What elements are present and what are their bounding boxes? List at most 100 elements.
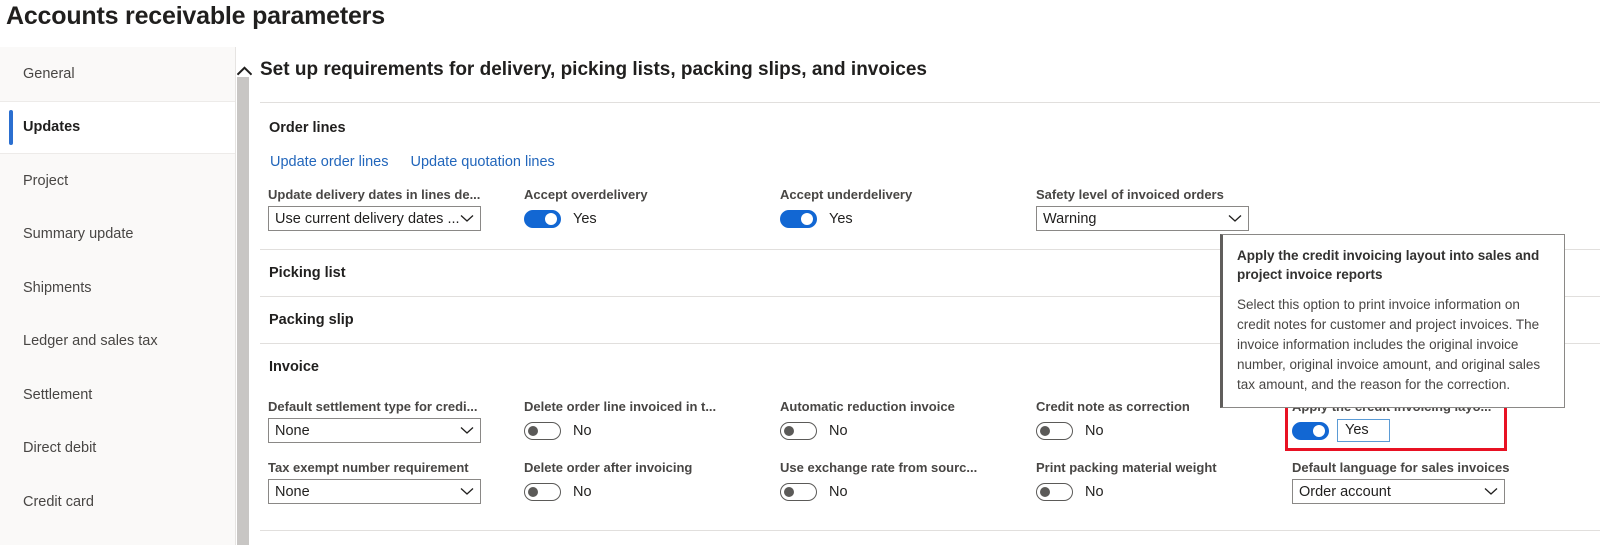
default-settlement-type-select[interactable]: None <box>268 418 481 443</box>
sidebar-item-direct-debit[interactable]: Direct debit <box>0 422 235 476</box>
sidebar-item-label: Updates <box>23 119 81 136</box>
tax-exempt-number-requirement-select[interactable]: None <box>268 479 481 504</box>
toggle-value[interactable]: Yes <box>1337 419 1390 442</box>
toggle-knob <box>1040 486 1050 497</box>
toggle-value: No <box>1085 483 1104 500</box>
delete-order-after-invoicing-row: No <box>524 479 692 504</box>
sidebar-item-label: Credit card <box>23 493 94 510</box>
field-label: Accept overdelivery <box>524 187 648 202</box>
field-default-settlement-type: Default settlement type for credi... Non… <box>268 399 481 443</box>
group-header-invoice[interactable]: Invoice <box>269 359 319 375</box>
divider-bottom <box>260 530 1600 531</box>
toggle-value: Yes <box>573 210 597 227</box>
toggle-value: No <box>1085 422 1104 439</box>
accept-overdelivery-toggle[interactable] <box>524 209 561 228</box>
apply-credit-invoicing-layout-toggle[interactable] <box>1292 421 1329 440</box>
field-label: Default language for sales invoices <box>1292 460 1510 475</box>
toggle-value: No <box>573 422 592 439</box>
delete-order-after-invoicing-toggle[interactable] <box>524 482 561 501</box>
scrollbar-thumb[interactable] <box>237 77 249 545</box>
credit-note-as-correction-toggle[interactable] <box>1036 421 1073 440</box>
group-header-order-lines[interactable]: Order lines <box>269 120 346 136</box>
select-value: None <box>275 483 310 500</box>
use-exchange-rate-from-source-row: No <box>780 479 977 504</box>
toggle-value: No <box>829 483 848 500</box>
select-value: Warning <box>1043 210 1097 227</box>
toggle-knob <box>801 212 813 225</box>
field-safety-level: Safety level of invoiced orders Warning <box>1036 187 1249 231</box>
field-default-language-sales-invoices: Default language for sales invoices Orde… <box>1292 460 1509 504</box>
page-title: Accounts receivable parameters <box>6 2 385 30</box>
sidebar-item-label: Direct debit <box>23 440 97 457</box>
section-title: Set up requirements for delivery, pickin… <box>260 59 927 80</box>
sidebar-item-project[interactable]: Project <box>0 154 235 208</box>
toggle-value: Yes <box>829 210 853 227</box>
delete-order-line-invoiced-toggle[interactable] <box>524 421 561 440</box>
field-print-packing-material-weight: Print packing material weight No <box>1036 460 1217 504</box>
sidebar-item-ledger-and-sales-tax[interactable]: Ledger and sales tax <box>0 315 235 369</box>
field-accept-overdelivery: Accept overdelivery Yes <box>524 187 648 231</box>
toggle-knob <box>1313 424 1325 437</box>
field-label: Delete order line invoiced in t... <box>524 399 717 414</box>
group-header-packing-slip[interactable]: Packing slip <box>269 312 354 328</box>
sidebar-item-updates[interactable]: Updates <box>0 100 235 154</box>
field-label: Default settlement type for credi... <box>268 399 478 414</box>
chevron-down-icon <box>1484 484 1498 500</box>
print-packing-material-weight-row: No <box>1036 479 1217 504</box>
field-update-delivery-dates: Update delivery dates in lines de... Use… <box>268 187 481 231</box>
sidebar-item-label: Project <box>23 172 69 189</box>
field-label: Automatic reduction invoice <box>780 399 955 414</box>
safety-level-select[interactable]: Warning <box>1036 206 1249 231</box>
field-tax-exempt-number-requirement: Tax exempt number requirement None <box>268 460 481 504</box>
tooltip-body: Select this option to print invoice info… <box>1237 297 1541 392</box>
toggle-knob <box>1040 425 1050 436</box>
field-automatic-reduction-invoice: Automatic reduction invoice No <box>780 399 955 443</box>
toggle-knob <box>528 425 538 436</box>
toggle-knob <box>784 425 794 436</box>
select-value: None <box>275 422 310 439</box>
automatic-reduction-invoice-row: No <box>780 418 955 443</box>
apply-credit-invoicing-layout-row: Yes <box>1292 418 1491 443</box>
sidebar-item-settlement[interactable]: Settlement <box>0 368 235 422</box>
link-update-order-lines[interactable]: Update order lines <box>270 154 389 170</box>
tooltip-callout: Apply the credit invoicing layout into s… <box>1220 234 1565 408</box>
field-delete-order-line-invoiced: Delete order line invoiced in t... No <box>524 399 716 443</box>
field-label: Delete order after invoicing <box>524 460 693 475</box>
sidebar-item-shipments[interactable]: Shipments <box>0 261 235 315</box>
field-accept-underdelivery: Accept underdelivery Yes <box>780 187 912 231</box>
chevron-up-icon[interactable] <box>234 60 254 82</box>
group-header-picking-list[interactable]: Picking list <box>269 265 346 281</box>
accept-underdelivery-toggle[interactable] <box>780 209 817 228</box>
sidebar-item-label: Shipments <box>23 279 92 296</box>
toggle-value: No <box>829 422 848 439</box>
toggle-value: No <box>573 483 592 500</box>
chevron-down-icon <box>460 423 474 439</box>
sidebar-item-label: Summary update <box>23 226 134 243</box>
field-label: Print packing material weight <box>1036 460 1217 475</box>
chevron-down-icon <box>1228 211 1242 227</box>
use-exchange-rate-from-source-toggle[interactable] <box>780 482 817 501</box>
toggle-knob <box>784 486 794 497</box>
tooltip-title: Apply the credit invoicing layout into s… <box>1237 248 1540 282</box>
vertical-scrollbar[interactable] <box>236 47 252 545</box>
toggle-knob <box>545 212 557 225</box>
field-use-exchange-rate-from-source: Use exchange rate from sourc... No <box>780 460 977 504</box>
chevron-down-icon <box>460 211 474 227</box>
chevron-down-icon <box>460 484 474 500</box>
delete-order-line-invoiced-row: No <box>524 418 716 443</box>
field-label: Accept underdelivery <box>780 187 913 202</box>
link-update-quotation-lines[interactable]: Update quotation lines <box>411 154 555 170</box>
sidebar-item-general[interactable]: General <box>0 47 235 101</box>
field-credit-note-as-correction: Credit note as correction No <box>1036 399 1190 443</box>
field-label: Update delivery dates in lines de... <box>268 187 481 202</box>
default-language-sales-invoices-select[interactable]: Order account <box>1292 479 1505 504</box>
update-delivery-dates-select[interactable]: Use current delivery dates ... <box>268 206 481 231</box>
sidebar-item-credit-card[interactable]: Credit card <box>0 475 235 529</box>
sidebar-item-label: General <box>23 65 75 82</box>
order-lines-links: Update order lines Update quotation line… <box>270 154 555 170</box>
automatic-reduction-invoice-toggle[interactable] <box>780 421 817 440</box>
sidebar-item-label: Ledger and sales tax <box>23 333 158 350</box>
sidebar-item-summary-update[interactable]: Summary update <box>0 208 235 262</box>
print-packing-material-weight-toggle[interactable] <box>1036 482 1073 501</box>
accept-underdelivery-row: Yes <box>780 206 912 231</box>
